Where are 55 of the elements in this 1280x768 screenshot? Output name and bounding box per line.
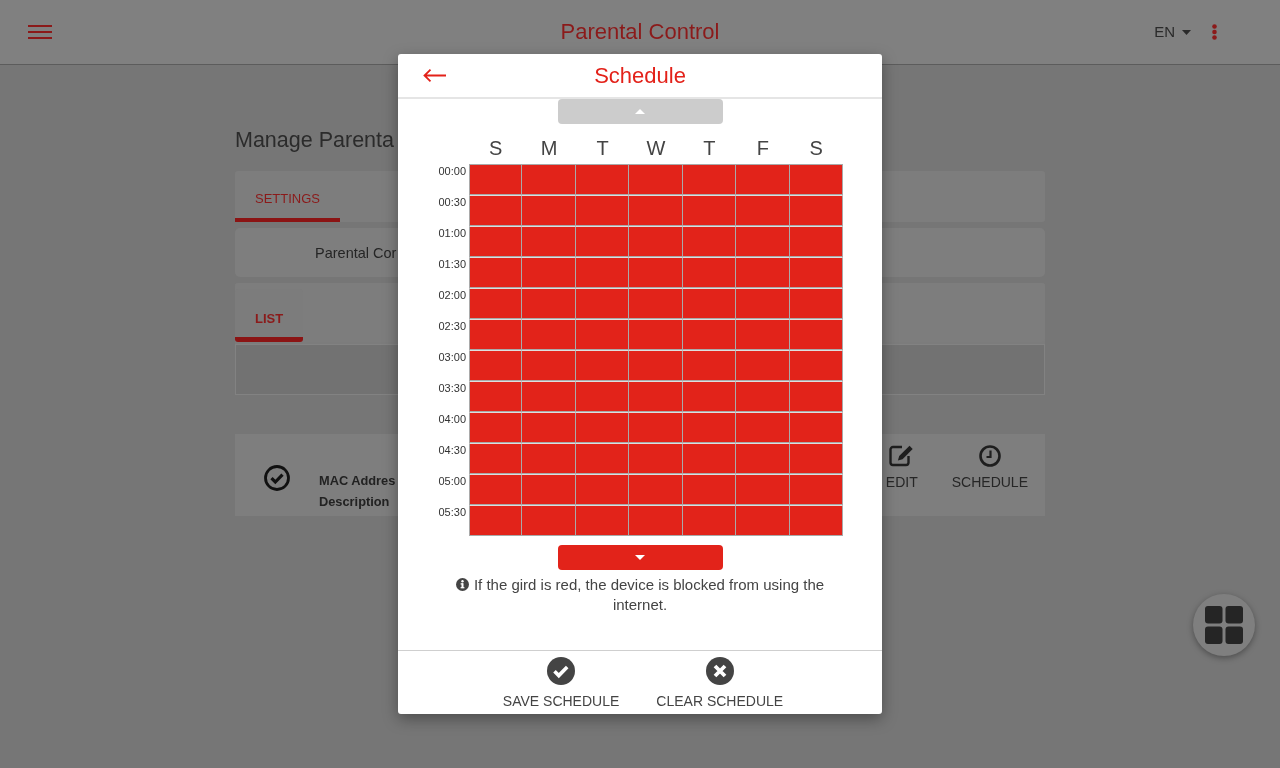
time-label: 03:00 — [438, 350, 467, 364]
time-slot[interactable] — [522, 164, 576, 195]
time-label: 00:00 — [438, 164, 467, 178]
time-slot[interactable] — [469, 164, 523, 195]
caret-down-icon — [635, 555, 645, 560]
time-label: 01:30 — [438, 257, 467, 271]
info-icon — [455, 578, 469, 591]
day-label: T — [702, 136, 717, 160]
time-label: 05:30 — [438, 505, 467, 519]
time-label: 02:00 — [438, 288, 467, 302]
day-label: S — [488, 136, 504, 160]
check-circle-icon — [547, 657, 576, 685]
day-label: W — [645, 136, 667, 160]
menu-button[interactable] — [28, 25, 52, 39]
page-title: Manage Parenta — [235, 128, 394, 152]
menu-icon — [28, 25, 52, 39]
apps-button[interactable] — [1193, 594, 1255, 656]
back-button[interactable] — [423, 69, 446, 82]
tab[interactable]: SETTINGS — [235, 171, 340, 222]
dialog-title: Schedule — [594, 62, 686, 89]
time-label: 04:30 — [438, 443, 467, 457]
caret-up-icon — [635, 109, 645, 114]
time-slot[interactable] — [682, 164, 737, 195]
time-label: 05:00 — [438, 474, 467, 488]
schedule-button[interactable]: SCHEDULE — [951, 445, 1028, 490]
app-title: Parental Control — [560, 19, 720, 45]
clear-schedule-button[interactable]: CLEAR SCHEDULE — [656, 657, 784, 709]
grid-icon — [1205, 606, 1243, 644]
time-label: 03:30 — [438, 381, 467, 395]
time-label: 02:30 — [438, 319, 467, 333]
time-slot[interactable] — [789, 164, 843, 195]
language-dropdown[interactable]: EN — [1154, 23, 1191, 41]
edit-button[interactable]: EDIT — [885, 445, 918, 490]
caret-down-icon — [1182, 29, 1191, 35]
clock-icon — [978, 445, 1001, 467]
day-label: S — [808, 136, 824, 160]
arrow-left-icon — [423, 69, 446, 82]
day-label: M — [539, 136, 559, 160]
time-slot[interactable] — [629, 164, 683, 195]
day-label: F — [755, 136, 770, 160]
close-circle-icon — [705, 657, 734, 685]
time-label: 00:30 — [438, 195, 467, 209]
more-menu-button[interactable] — [1212, 24, 1217, 40]
time-slot[interactable] — [736, 164, 790, 195]
time-label: 01:00 — [438, 226, 467, 240]
time-label: 04:00 — [438, 412, 467, 426]
field-label: MAC Addres — [319, 472, 396, 490]
kebab-icon — [1212, 24, 1217, 40]
setting-label: Parental Cor — [315, 244, 397, 261]
day-label: T — [595, 136, 610, 160]
time-slot[interactable] — [575, 164, 630, 195]
edit-icon — [889, 445, 915, 467]
save-schedule-button[interactable]: SAVE SCHEDULE — [502, 657, 620, 709]
info-note: If the gird is red, the device is blocked from using the internet. — [473, 576, 825, 613]
field-label: Description — [319, 493, 390, 511]
